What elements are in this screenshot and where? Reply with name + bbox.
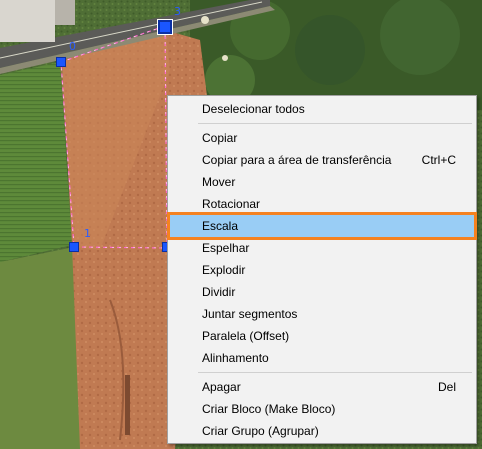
- menu-item-create-group[interactable]: Criar Grupo (Agrupar): [170, 420, 474, 442]
- menu-item-label: Juntar segmentos: [202, 307, 298, 321]
- menu-item-label: Apagar: [202, 380, 241, 394]
- menu-item-create-block[interactable]: Criar Bloco (Make Bloco): [170, 398, 474, 420]
- menu-item-shortcut: Ctrl+C: [421, 153, 456, 167]
- menu-item-shortcut: Del: [437, 380, 456, 394]
- vertex-label-0: 0: [69, 40, 76, 53]
- menu-item-label: Explodir: [202, 263, 246, 277]
- menu-item-label: Deselecionar todos: [202, 102, 305, 116]
- menu-item-divide[interactable]: Dividir: [170, 281, 474, 303]
- menu-item-label: Mover: [202, 175, 236, 189]
- menu-item-label: Paralela (Offset): [202, 329, 290, 343]
- menu-item-mirror[interactable]: Espelhar: [170, 237, 474, 259]
- menu-item-alignment[interactable]: Alinhamento: [170, 347, 474, 369]
- menu-item-label: Rotacionar: [202, 197, 261, 211]
- menu-item-label: Copiar: [202, 131, 238, 145]
- menu-separator: [198, 123, 472, 124]
- menu-item-delete[interactable]: Apagar Del: [170, 376, 474, 398]
- vertex-handle-0[interactable]: [56, 57, 66, 67]
- menu-item-label: Criar Bloco (Make Bloco): [202, 402, 336, 416]
- menu-item-label: Dividir: [202, 285, 236, 299]
- menu-item-rotate[interactable]: Rotacionar: [170, 193, 474, 215]
- menu-item-explode[interactable]: Explodir: [170, 259, 474, 281]
- vertex-label-1: 1: [84, 227, 91, 240]
- menu-separator: [198, 372, 472, 373]
- menu-item-label: Escala: [202, 219, 239, 233]
- menu-item-label: Alinhamento: [202, 351, 269, 365]
- vertex-label-3: 3: [174, 5, 181, 18]
- menu-item-scale[interactable]: Escala: [167, 212, 477, 240]
- menu-item-label: Copiar para a área de transferência: [202, 153, 392, 167]
- menu-item-join-segments[interactable]: Juntar segmentos: [170, 303, 474, 325]
- menu-item-deselect-all[interactable]: Deselecionar todos: [170, 98, 474, 120]
- vertex-handle-1[interactable]: [69, 242, 79, 252]
- menu-item-label: Criar Grupo (Agrupar): [202, 424, 319, 438]
- vertex-handle-3[interactable]: [158, 20, 172, 34]
- menu-item-copy-clipboard[interactable]: Copiar para a área de transferência Ctrl…: [170, 149, 474, 171]
- menu-item-copy[interactable]: Copiar: [170, 127, 474, 149]
- menu-item-offset[interactable]: Paralela (Offset): [170, 325, 474, 347]
- context-menu: Deselecionar todos Copiar Copiar para a …: [167, 95, 477, 444]
- menu-item-move[interactable]: Mover: [170, 171, 474, 193]
- menu-item-label: Espelhar: [202, 241, 250, 255]
